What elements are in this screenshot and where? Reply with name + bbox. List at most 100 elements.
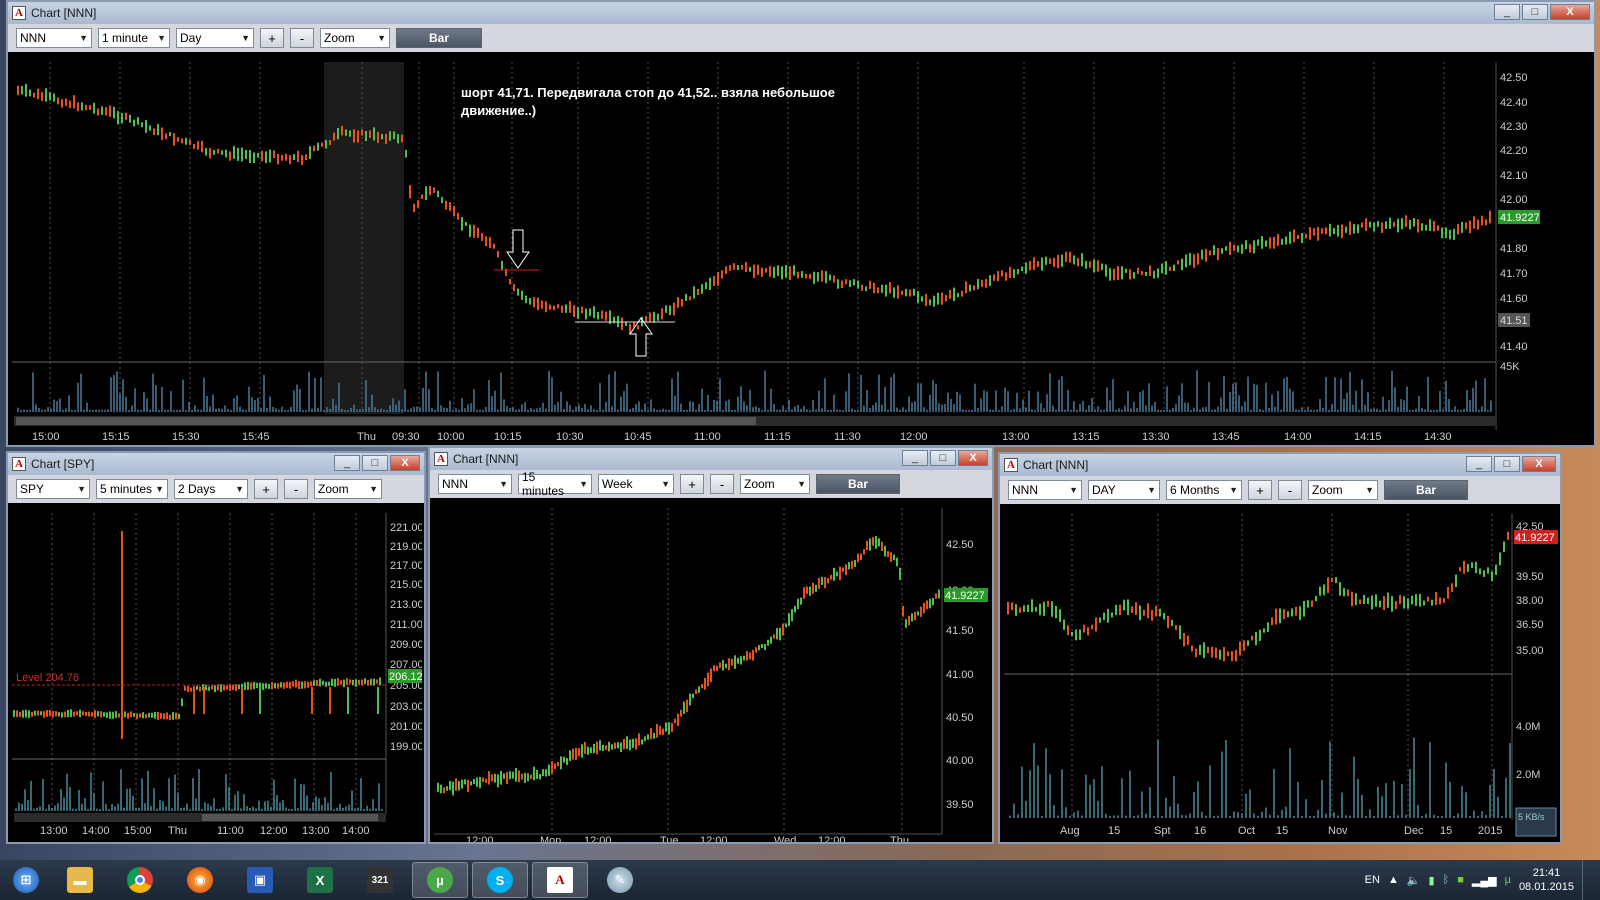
- interval-select[interactable]: DAY ▼: [1088, 480, 1160, 500]
- spy-titlebar[interactable]: A Chart [SPY] _ □ X: [8, 453, 424, 475]
- range-select[interactable]: Day ▼: [176, 28, 254, 48]
- symbol-select[interactable]: NNN ▼: [438, 474, 512, 494]
- x-tick-label: Tue: [660, 835, 679, 842]
- y-tick-label: 42.40: [1500, 97, 1528, 109]
- minimize-button[interactable]: _: [334, 455, 360, 471]
- nnn15-toolbar: NNN ▼ 15 minutes ▼ Week ▼ + - Zoom ▼ Bar: [430, 470, 992, 498]
- bluetooth-icon[interactable]: ᛒ: [1443, 874, 1450, 886]
- x-tick-label: 13:15: [1072, 431, 1100, 443]
- interval-select[interactable]: 5 minutes ▼: [96, 479, 168, 499]
- maximize-button[interactable]: □: [1494, 456, 1520, 472]
- main-titlebar[interactable]: A Chart [NNN] _ □ X: [8, 2, 1594, 24]
- spy-chart-window[interactable]: A Chart [SPY] _ □ X SPY ▼ 5 minutes ▼ 2 Da…: [6, 451, 426, 844]
- close-button[interactable]: X: [958, 450, 988, 466]
- nvidia-icon[interactable]: ■: [1457, 874, 1464, 886]
- zoom-out-button[interactable]: -: [290, 28, 314, 48]
- main-bars: [17, 83, 1491, 335]
- zoom-in-button[interactable]: +: [1248, 480, 1272, 500]
- taskbar-firefox[interactable]: ◉: [172, 862, 228, 898]
- chrome-icon: [127, 867, 153, 893]
- close-button[interactable]: X: [1522, 456, 1556, 472]
- language-indicator[interactable]: EN: [1365, 874, 1380, 886]
- main-window-title: Chart [NNN]: [31, 6, 97, 20]
- maximize-button[interactable]: □: [1522, 4, 1548, 20]
- taskbar-media-app[interactable]: 321: [352, 862, 408, 898]
- zoom-in-button[interactable]: +: [680, 474, 704, 494]
- taskbar-paint[interactable]: ✎: [592, 862, 648, 898]
- taskbar-save-app[interactable]: ▣: [232, 862, 288, 898]
- nd-grid: [1071, 514, 1493, 820]
- minimize-button[interactable]: _: [902, 450, 928, 466]
- main-price-chart[interactable]: шорт 41,71. Передвигала стоп до 41,52.. …: [12, 58, 1592, 443]
- bar-type-button[interactable]: Bar: [396, 28, 482, 48]
- interval-value: 1 minute: [102, 31, 149, 45]
- symbol-select[interactable]: NNN ▼: [1008, 480, 1082, 500]
- network-icon[interactable]: ▮: [1429, 874, 1435, 887]
- y-tick-label: 41.70: [1500, 268, 1528, 280]
- close-button[interactable]: X: [390, 455, 420, 471]
- bar-type-button[interactable]: Bar: [1384, 480, 1468, 500]
- zoom-out-button[interactable]: -: [710, 474, 734, 494]
- start-button[interactable]: ⊞: [4, 862, 48, 898]
- x-tick-label: 11:15: [764, 431, 791, 443]
- zoom-out-button[interactable]: -: [284, 479, 308, 499]
- maximize-button[interactable]: □: [362, 455, 388, 471]
- range-select[interactable]: 6 Months ▼: [1166, 480, 1242, 500]
- symbol-select[interactable]: NNN ▼: [16, 28, 92, 48]
- scrollbar-thumb[interactable]: [16, 417, 756, 425]
- scrollbar-thumb[interactable]: [202, 814, 378, 821]
- close-button[interactable]: X: [1550, 4, 1590, 20]
- range-select[interactable]: 2 Days ▼: [174, 479, 248, 499]
- nd-bars: [1007, 531, 1509, 662]
- interval-select[interactable]: 1 minute ▼: [98, 28, 170, 48]
- taskbar-file-explorer[interactable]: ▬: [52, 862, 108, 898]
- taskbar-utorrent[interactable]: µ: [412, 862, 468, 898]
- zoom-in-button[interactable]: +: [260, 28, 284, 48]
- signal-bars-icon[interactable]: ▂▄▆: [1472, 874, 1497, 887]
- interval-value: 15 minutes: [522, 470, 565, 498]
- last-price-label: 41.9227: [1515, 532, 1555, 544]
- zoom-select[interactable]: Zoom ▼: [740, 474, 810, 494]
- spy-grid: [51, 513, 357, 809]
- y-tick-label: 199.00: [390, 741, 422, 753]
- spy-price-chart[interactable]: Level 204.76 221.00 219.00 217.00 215.00 213…: [12, 509, 422, 842]
- maximize-button[interactable]: □: [930, 450, 956, 466]
- y-tick-label: 41.00: [946, 669, 974, 681]
- spy-y-axis: 221.00 219.00 217.00 215.00 213.00 211.00 209.…: [390, 522, 422, 753]
- nnn15-price-chart[interactable]: 42.5042.0041.5041.0040.5040.0039.50 41.9…: [434, 504, 990, 842]
- bar-type-button[interactable]: Bar: [816, 474, 900, 494]
- x-tick-label: Spt: [1154, 825, 1171, 837]
- zoom-select[interactable]: Zoom ▼: [320, 28, 390, 48]
- interval-select[interactable]: 15 minutes ▼: [518, 470, 592, 498]
- utorrent-tray-icon[interactable]: µ: [1505, 874, 1511, 886]
- show-desktop-button[interactable]: [1582, 860, 1592, 900]
- nnn-15min-chart-window[interactable]: A Chart [NNN] _ □ X NNN ▼ 15 minutes ▼ Wee…: [428, 446, 994, 844]
- nnnday-titlebar[interactable]: A Chart [NNN] _ □ X: [1000, 454, 1560, 476]
- main-grid: [49, 62, 1445, 410]
- range-select[interactable]: Week ▼: [598, 474, 674, 494]
- x-tick-label: 10:30: [556, 431, 584, 443]
- chevron-down-icon: ▼: [1229, 485, 1238, 495]
- main-chart-window[interactable]: A Chart [NNN] _ □ X NNN ▼ 1 minute ▼ Day ▼ …: [6, 0, 1596, 447]
- taskbar-skype[interactable]: S: [472, 862, 528, 898]
- taskbar-chrome[interactable]: [112, 862, 168, 898]
- symbol-select[interactable]: SPY ▼: [16, 479, 90, 499]
- taskbar-trading-terminal[interactable]: A: [532, 862, 588, 898]
- taskbar-excel[interactable]: X: [292, 862, 348, 898]
- zoom-select[interactable]: Zoom ▼: [314, 479, 382, 499]
- zoom-in-button[interactable]: +: [254, 479, 278, 499]
- zoom-out-button[interactable]: -: [1278, 480, 1302, 500]
- nnnday-price-chart[interactable]: 42.5039.5038.0036.5035.004.0M2.0M 41.922…: [1004, 510, 1558, 842]
- nnn-daily-chart-window[interactable]: A Chart [NNN] _ □ X NNN ▼ DAY ▼ 6 Months ▼ …: [998, 452, 1562, 844]
- minimize-button[interactable]: _: [1494, 4, 1520, 20]
- zoom-value: Zoom: [324, 31, 355, 45]
- clock-time: 21:41: [1532, 867, 1561, 879]
- y-tick-label: 42.10: [1500, 170, 1528, 182]
- nnn15-titlebar[interactable]: A Chart [NNN] _ □ X: [430, 448, 992, 470]
- notification-arrow-icon[interactable]: ▲: [1388, 874, 1399, 886]
- minimize-button[interactable]: _: [1466, 456, 1492, 472]
- volume-icon[interactable]: 🔈: [1407, 874, 1421, 887]
- zoom-select[interactable]: Zoom ▼: [1308, 480, 1378, 500]
- app-logo-icon: A: [434, 452, 448, 466]
- clock[interactable]: 21:41 08.01.2015: [1519, 866, 1574, 894]
